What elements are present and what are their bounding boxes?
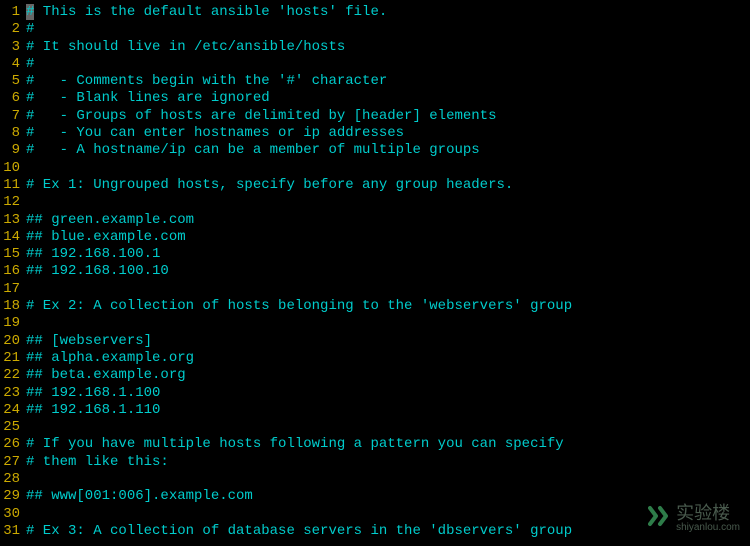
code-line[interactable]: 5# - Comments begin with the '#' charact… xyxy=(0,73,750,90)
line-number: 22 xyxy=(0,367,24,384)
code-line[interactable]: 18# Ex 2: A collection of hosts belongin… xyxy=(0,298,750,315)
line-number: 9 xyxy=(0,142,24,159)
line-content: ## alpha.example.org xyxy=(24,350,194,367)
code-line[interactable]: 24## 192.168.1.110 xyxy=(0,402,750,419)
line-number: 29 xyxy=(0,488,24,505)
code-line[interactable]: 16## 192.168.100.10 xyxy=(0,263,750,280)
code-line[interactable]: 11# Ex 1: Ungrouped hosts, specify befor… xyxy=(0,177,750,194)
line-content xyxy=(24,471,26,488)
code-line[interactable]: 28 xyxy=(0,471,750,488)
code-line[interactable]: 3# It should live in /etc/ansible/hosts xyxy=(0,39,750,56)
code-line[interactable]: 15## 192.168.100.1 xyxy=(0,246,750,263)
code-line[interactable]: 8# - You can enter hostnames or ip addre… xyxy=(0,125,750,142)
line-number: 19 xyxy=(0,315,24,332)
line-content: # xyxy=(24,21,34,38)
code-line[interactable]: 31# Ex 3: A collection of database serve… xyxy=(0,523,750,540)
line-content: # - Groups of hosts are delimited by [he… xyxy=(24,108,496,125)
line-number: 11 xyxy=(0,177,24,194)
line-content: ## 192.168.1.100 xyxy=(24,385,160,402)
line-content: ## beta.example.org xyxy=(24,367,186,384)
line-number: 20 xyxy=(0,333,24,350)
code-line[interactable]: 23## 192.168.1.100 xyxy=(0,385,750,402)
code-line[interactable]: 19 xyxy=(0,315,750,332)
code-line[interactable]: 7# - Groups of hosts are delimited by [h… xyxy=(0,108,750,125)
line-number: 30 xyxy=(0,506,24,523)
code-line[interactable]: 6# - Blank lines are ignored xyxy=(0,90,750,107)
line-number: 5 xyxy=(0,73,24,90)
line-number: 3 xyxy=(0,39,24,56)
line-content: # them like this: xyxy=(24,454,169,471)
line-content: # Ex 3: A collection of database servers… xyxy=(24,523,572,540)
line-content: ## 192.168.100.1 xyxy=(24,246,160,263)
line-content: ## 192.168.1.110 xyxy=(24,402,160,419)
code-line[interactable]: 26# If you have multiple hosts following… xyxy=(0,436,750,453)
line-number: 26 xyxy=(0,436,24,453)
line-number: 10 xyxy=(0,160,24,177)
code-line[interactable]: 12 xyxy=(0,194,750,211)
line-number: 13 xyxy=(0,212,24,229)
line-content xyxy=(24,160,26,177)
line-content: # Ex 1: Ungrouped hosts, specify before … xyxy=(24,177,513,194)
code-line[interactable]: 21## alpha.example.org xyxy=(0,350,750,367)
line-number: 24 xyxy=(0,402,24,419)
code-line[interactable]: 1# This is the default ansible 'hosts' f… xyxy=(0,4,750,21)
line-content xyxy=(24,506,26,523)
line-number: 4 xyxy=(0,56,24,73)
line-content xyxy=(24,281,26,298)
line-number: 14 xyxy=(0,229,24,246)
code-line[interactable]: 13## green.example.com xyxy=(0,212,750,229)
code-line[interactable]: 30 xyxy=(0,506,750,523)
line-content: ## blue.example.com xyxy=(24,229,186,246)
line-number: 28 xyxy=(0,471,24,488)
line-number: 23 xyxy=(0,385,24,402)
code-line[interactable]: 20## [webservers] xyxy=(0,333,750,350)
line-content: ## green.example.com xyxy=(24,212,194,229)
line-content: ## www[001:006].example.com xyxy=(24,488,253,505)
line-number: 21 xyxy=(0,350,24,367)
line-content: # If you have multiple hosts following a… xyxy=(24,436,564,453)
code-line[interactable]: 9# - A hostname/ip can be a member of mu… xyxy=(0,142,750,159)
code-line[interactable]: 22## beta.example.org xyxy=(0,367,750,384)
line-number: 15 xyxy=(0,246,24,263)
line-content: # - You can enter hostnames or ip addres… xyxy=(24,125,404,142)
line-number: 18 xyxy=(0,298,24,315)
code-line[interactable]: 17 xyxy=(0,281,750,298)
code-line[interactable]: 14## blue.example.com xyxy=(0,229,750,246)
line-content: # - Blank lines are ignored xyxy=(24,90,270,107)
code-line[interactable]: 10 xyxy=(0,160,750,177)
cursor: # xyxy=(26,4,34,20)
line-content xyxy=(24,315,26,332)
line-number: 16 xyxy=(0,263,24,280)
line-number: 25 xyxy=(0,419,24,436)
line-number: 6 xyxy=(0,90,24,107)
line-number: 2 xyxy=(0,21,24,38)
line-content: ## 192.168.100.10 xyxy=(24,263,169,280)
line-number: 31 xyxy=(0,523,24,540)
code-line[interactable]: 4# xyxy=(0,56,750,73)
line-number: 17 xyxy=(0,281,24,298)
line-content: # - Comments begin with the '#' characte… xyxy=(24,73,387,90)
code-line[interactable]: 29## www[001:006].example.com xyxy=(0,488,750,505)
line-number: 8 xyxy=(0,125,24,142)
line-number: 27 xyxy=(0,454,24,471)
line-content: # - A hostname/ip can be a member of mul… xyxy=(24,142,480,159)
line-content: ## [webservers] xyxy=(24,333,152,350)
line-content: # It should live in /etc/ansible/hosts xyxy=(24,39,345,56)
line-content: # xyxy=(24,56,34,73)
line-content xyxy=(24,194,26,211)
code-editor[interactable]: 1# This is the default ansible 'hosts' f… xyxy=(0,0,750,540)
line-content xyxy=(24,419,26,436)
line-number: 1 xyxy=(0,4,24,21)
code-line[interactable]: 27# them like this: xyxy=(0,454,750,471)
line-number: 7 xyxy=(0,108,24,125)
line-number: 12 xyxy=(0,194,24,211)
line-content: # This is the default ansible 'hosts' fi… xyxy=(24,4,387,21)
code-line[interactable]: 2# xyxy=(0,21,750,38)
code-line[interactable]: 25 xyxy=(0,419,750,436)
line-content: # Ex 2: A collection of hosts belonging … xyxy=(24,298,572,315)
